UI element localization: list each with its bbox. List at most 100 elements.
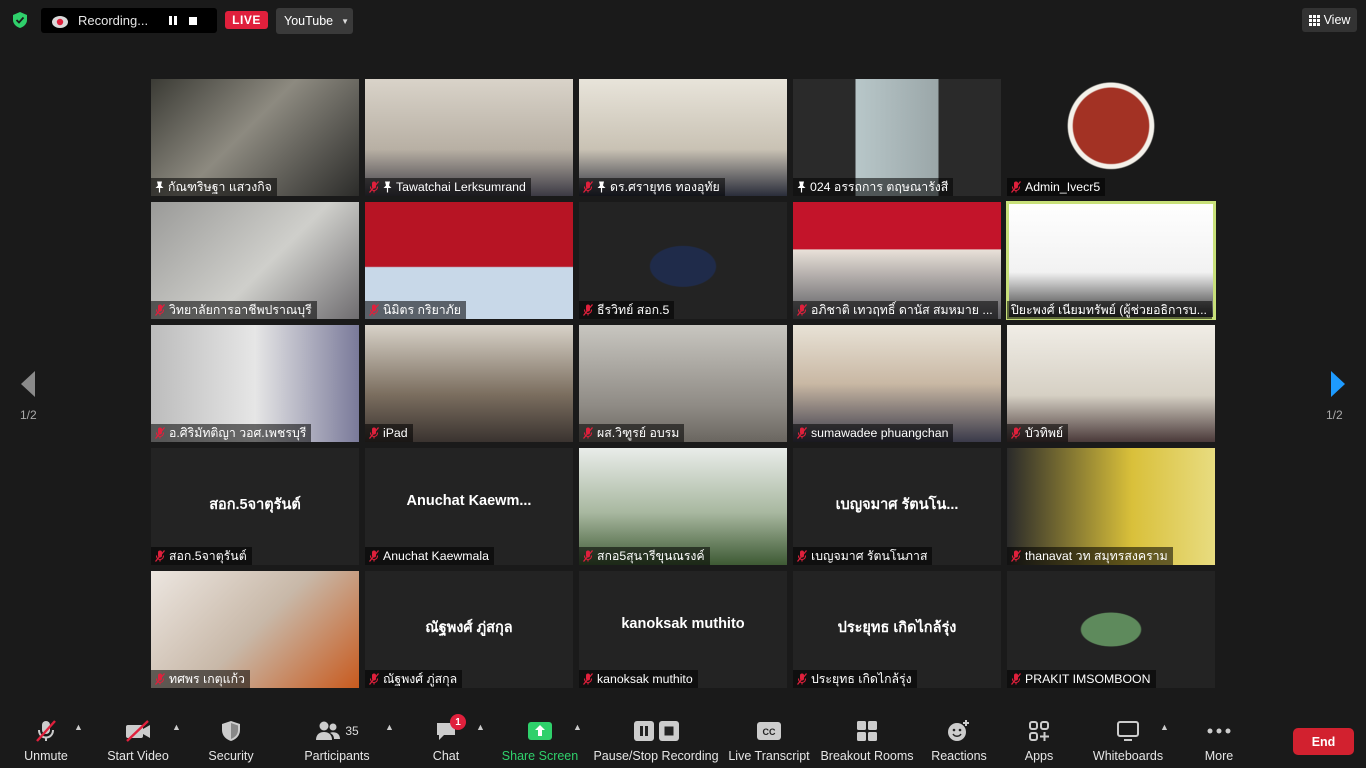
apps-icon xyxy=(1028,719,1050,743)
participant-tile[interactable]: สกอ5สุนารีขุนณรงค์ xyxy=(579,448,787,565)
participant-name-label: ผส.วิฑูรย์ อบรม xyxy=(579,424,685,442)
participant-tile[interactable]: อภิชาติ เทวฤทธิ์ ดานัส สมหมาย ... xyxy=(793,202,1001,319)
microphone-muted-icon xyxy=(155,304,165,316)
participant-tile[interactable]: กัณฑริษฐา แสวงกิจ xyxy=(151,79,359,196)
participant-name: ผส.วิฑูรย์ อบรม xyxy=(597,426,680,440)
breakout-rooms-label: Breakout Rooms xyxy=(820,749,914,763)
start-video-button[interactable]: Start Video xyxy=(106,712,170,768)
breakout-rooms-grid-icon xyxy=(856,719,878,743)
closed-caption-icon: CC xyxy=(757,719,781,743)
unmute-button[interactable]: Unmute xyxy=(22,712,70,768)
participant-name: สกอ5สุนารีขุนณรงค์ xyxy=(597,549,705,563)
participant-tile[interactable]: เบญจมาศ รัตนโน... เบญจมาศ รัตนโนภาส xyxy=(793,448,1001,565)
participant-tile[interactable]: Tawatchai Lerksumrand xyxy=(365,79,573,196)
participant-name: กัณฑริษฐา แสวงกิจ xyxy=(168,180,272,194)
reactions-label: Reactions xyxy=(931,749,987,763)
participant-tile[interactable]: 024 อรรถการ ตฤษณารังสี xyxy=(793,79,1001,196)
participant-center-name: ณัฐพงศ์ ภู่สกุล xyxy=(425,620,513,636)
chat-label: Chat xyxy=(432,749,460,763)
participant-tile[interactable]: ณัฐพงศ์ ภู่สกุล ณัฐพงศ์ ภู่สกุล xyxy=(365,571,573,688)
chat-button[interactable]: 1 Chat xyxy=(430,712,466,768)
recording-label: Recording... xyxy=(78,13,149,28)
recording-controls-icons xyxy=(633,719,679,743)
shield-check-icon[interactable] xyxy=(11,11,29,29)
participant-name-label: อ.ศิริมัทติญา วอศ.เพชรบุรี xyxy=(151,424,312,442)
participant-tile[interactable]: บัวทิพย์ xyxy=(1007,325,1215,442)
participants-options-caret-icon[interactable]: ▲ xyxy=(385,722,394,732)
share-screen-button[interactable]: Share Screen xyxy=(502,712,578,768)
pin-icon xyxy=(383,181,392,193)
pin-icon xyxy=(797,181,806,193)
microphone-muted-icon xyxy=(1011,427,1021,439)
participant-name-label: ดร.ศรายุทธ ทองอุทัย xyxy=(579,178,725,196)
participant-tile[interactable]: อ.ศิริมัทติญา วอศ.เพชรบุรี xyxy=(151,325,359,442)
share-screen-arrow-icon xyxy=(528,719,552,743)
microphone-muted-icon xyxy=(797,550,807,562)
participant-tile[interactable]: ประยุทธ เกิดไกล้รุ่ง ประยุทธ เกิดไกล้รุ่ง xyxy=(793,571,1001,688)
participant-name-label: ทศพร เกตุแก้ว xyxy=(151,670,250,688)
participant-tile[interactable]: สอก.5จาตุรันต์ สอก.5จาตุรันต์ xyxy=(151,448,359,565)
share-options-caret-icon[interactable]: ▲ xyxy=(573,722,582,732)
microphone-muted-icon xyxy=(369,550,379,562)
participant-name: ธีรวิทย์ สอก.5 xyxy=(597,303,670,317)
whiteboards-button[interactable]: Whiteboards xyxy=(1092,712,1164,768)
microphone-muted-icon xyxy=(155,427,165,439)
participant-name-label: sumawadee phuangchan xyxy=(793,424,954,442)
stream-target-dropdown[interactable]: YouTube ▼ xyxy=(276,8,353,34)
participants-count: 35 xyxy=(345,724,359,738)
participant-center-name: Anuchat Kaewm... xyxy=(406,493,532,509)
participant-name: Tawatchai Lerksumrand xyxy=(396,180,526,194)
pause-stop-recording-button[interactable]: Pause/Stop Recording xyxy=(593,712,719,768)
participant-name-label: PRAKIT IMSOMBOON xyxy=(1007,670,1156,688)
video-options-caret-icon[interactable]: ▲ xyxy=(172,722,181,732)
participant-tile[interactable]: วิทยาลัยการอาชีพปราณบุรี xyxy=(151,202,359,319)
meeting-toolbar: Unmute ▲ Start Video ▲ Security 35 Parti… xyxy=(0,712,1366,768)
participant-tile[interactable]: นิมิตร กริยาภัย xyxy=(365,202,573,319)
participant-tile[interactable]: Anuchat Kaewm... Anuchat Kaewmala xyxy=(365,448,573,565)
next-page-arrow-icon[interactable] xyxy=(1328,368,1348,400)
participant-center-name: ประยุทธ เกิดไกล้รุ่ง xyxy=(837,620,957,636)
participant-name-label: Tawatchai Lerksumrand xyxy=(365,178,531,196)
participant-tile[interactable]: PRAKIT IMSOMBOON xyxy=(1007,571,1215,688)
microphone-muted-icon xyxy=(583,181,593,193)
breakout-rooms-button[interactable]: Breakout Rooms xyxy=(820,712,914,768)
microphone-muted-icon xyxy=(583,427,593,439)
stop-icon xyxy=(658,721,679,741)
end-meeting-button[interactable]: End xyxy=(1293,728,1354,755)
whiteboards-label: Whiteboards xyxy=(1092,749,1164,763)
participant-tile[interactable]: ทศพร เกตุแก้ว xyxy=(151,571,359,688)
whiteboards-options-caret-icon[interactable]: ▲ xyxy=(1160,722,1169,732)
participant-name-label: อภิชาติ เทวฤทธิ์ ดานัส สมหมาย ... xyxy=(793,301,998,319)
live-transcript-button[interactable]: CC Live Transcript xyxy=(728,712,810,768)
more-button[interactable]: More xyxy=(1202,712,1236,768)
participant-tile[interactable]: ผส.วิฑูรย์ อบรม xyxy=(579,325,787,442)
apps-button[interactable]: Apps xyxy=(1020,712,1058,768)
participant-name: ณัฐพงศ์ ภู่สกุล xyxy=(383,672,458,686)
participant-name: sumawadee phuangchan xyxy=(811,426,949,440)
participants-button[interactable]: 35 Participants xyxy=(304,712,370,768)
chat-unread-badge: 1 xyxy=(450,714,466,730)
participant-name: kanoksak muthito xyxy=(597,672,693,686)
pause-recording-button[interactable] xyxy=(166,14,180,28)
participant-tile[interactable]: ปิยะพงศ์ เนียมทรัพย์ (ผู้ช่วยอธิการบ... xyxy=(1006,201,1216,320)
stop-recording-button[interactable] xyxy=(186,14,200,28)
microphone-muted-icon xyxy=(369,427,379,439)
pin-icon xyxy=(597,181,606,193)
chat-options-caret-icon[interactable]: ▲ xyxy=(476,722,485,732)
security-button[interactable]: Security xyxy=(206,712,256,768)
reactions-button[interactable]: Reactions xyxy=(930,712,988,768)
participant-tile[interactable]: Admin_Ivecr5 xyxy=(1007,79,1215,196)
view-button[interactable]: View xyxy=(1302,8,1357,32)
participant-name-label: ณัฐพงศ์ ภู่สกุล xyxy=(365,670,463,688)
microphone-muted-icon xyxy=(1011,550,1021,562)
participant-name: iPad xyxy=(383,426,408,440)
participant-tile[interactable]: ธีรวิทย์ สอก.5 xyxy=(579,202,787,319)
previous-page-arrow-icon[interactable] xyxy=(18,368,38,400)
audio-options-caret-icon[interactable]: ▲ xyxy=(74,722,83,732)
microphone-muted-icon xyxy=(797,427,807,439)
participant-tile[interactable]: iPad xyxy=(365,325,573,442)
participant-tile[interactable]: thanavat วท สมุทรสงคราม xyxy=(1007,448,1215,565)
participant-tile[interactable]: kanoksak muthito kanoksak muthito xyxy=(579,571,787,688)
participant-tile[interactable]: sumawadee phuangchan xyxy=(793,325,1001,442)
participant-tile[interactable]: ดร.ศรายุทธ ทองอุทัย xyxy=(579,79,787,196)
